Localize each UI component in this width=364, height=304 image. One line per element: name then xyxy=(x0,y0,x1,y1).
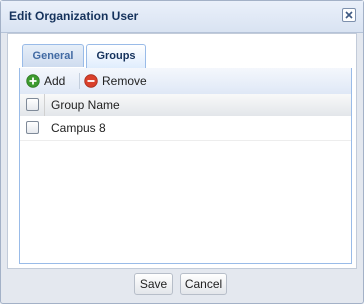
tab-general[interactable]: General xyxy=(22,44,84,67)
select-all-checkbox[interactable] xyxy=(26,98,39,111)
close-icon[interactable] xyxy=(342,8,356,22)
save-button[interactable]: Save xyxy=(134,273,173,295)
group-name-cell: Campus 8 xyxy=(51,121,106,135)
add-label: Add xyxy=(44,74,66,88)
grid-header: Group Name xyxy=(20,94,351,117)
tab-groups[interactable]: Groups xyxy=(86,44,146,69)
toolbar-separator xyxy=(79,73,80,89)
groups-panel: Add Remove Group Name Campus 8 xyxy=(19,68,352,264)
table-row[interactable]: Campus 8 xyxy=(20,116,351,141)
dialog-title: Edit Organization User xyxy=(9,9,139,23)
add-button[interactable]: Add xyxy=(26,72,65,90)
remove-label: Remove xyxy=(102,74,147,88)
dialog-body: General Groups Add Remove Group Name Cam… xyxy=(7,33,357,269)
dialog-titlebar: Edit Organization User xyxy=(1,1,363,33)
groups-toolbar: Add Remove xyxy=(20,68,351,95)
column-header-group-name[interactable]: Group Name xyxy=(51,98,120,112)
tab-strip: General Groups xyxy=(19,42,352,69)
remove-button[interactable]: Remove xyxy=(84,72,147,90)
edit-organization-user-dialog: Edit Organization User General Groups Ad… xyxy=(0,0,364,304)
cancel-button[interactable]: Cancel xyxy=(180,273,227,295)
select-all-cell xyxy=(20,94,45,116)
row-checkbox[interactable] xyxy=(26,121,39,134)
minus-circle-icon xyxy=(84,74,98,88)
plus-circle-icon xyxy=(26,74,40,88)
